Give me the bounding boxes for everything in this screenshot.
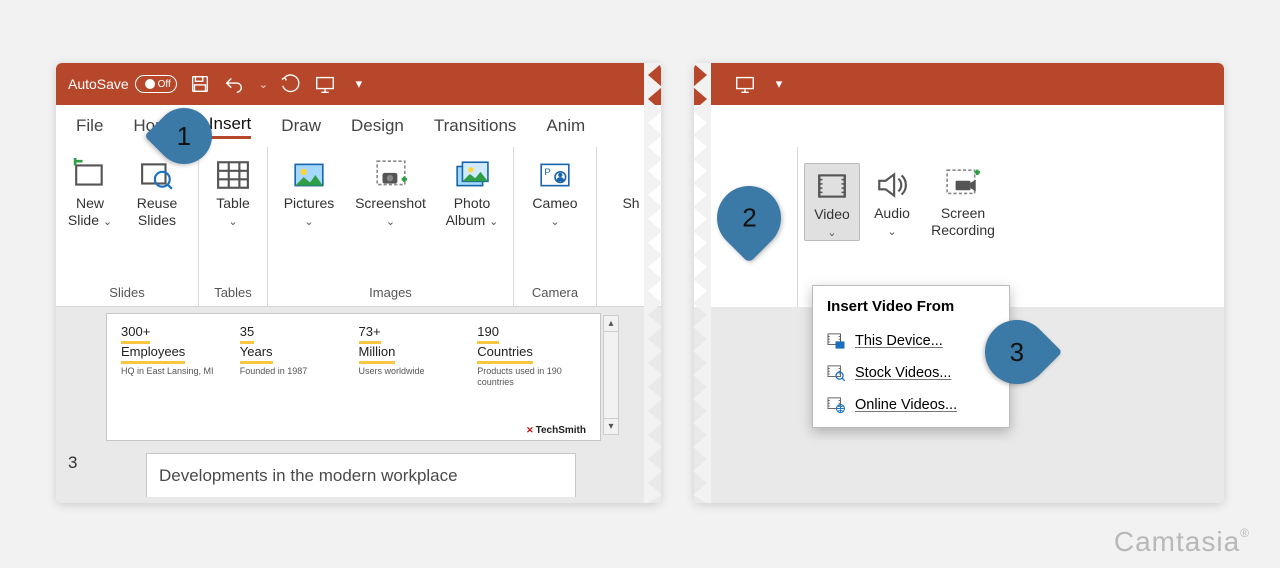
ribbon-tabs: File Home Insert Draw Design Transitions…	[56, 105, 661, 147]
camtasia-watermark: Camtasia®	[1114, 526, 1250, 558]
tab-animations[interactable]: Anim	[546, 116, 585, 136]
scroll-down-icon[interactable]: ▾	[604, 418, 618, 434]
group-images: Pictures⌄ Screenshot⌄ Photo Album ⌄ Imag…	[268, 147, 514, 306]
pictures-icon	[291, 157, 327, 193]
present-icon[interactable]	[314, 73, 336, 95]
menu-stock-videos[interactable]: Stock Videos...	[813, 357, 1009, 389]
video-insert-dropdown: Insert Video From This Device... Stock V…	[812, 285, 1010, 428]
autosave-toggle[interactable]: AutoSave Off	[68, 75, 177, 93]
svg-text:P: P	[544, 167, 550, 178]
tab-transitions[interactable]: Transitions	[434, 116, 517, 136]
group-label-slides: Slides	[109, 281, 144, 302]
title-bar-right: ▾	[694, 63, 1224, 105]
scroll-up-icon[interactable]: ▴	[604, 316, 618, 332]
table-button[interactable]: Table⌄	[205, 153, 261, 229]
film-search-icon	[827, 365, 845, 381]
menu-this-device[interactable]: This Device...	[813, 325, 1009, 357]
shapes-button[interactable]: Sh	[603, 153, 659, 212]
group-slides: New Slide ⌄ Reuse Slides Slides	[56, 147, 199, 306]
tab-draw[interactable]: Draw	[281, 116, 321, 136]
tab-design[interactable]: Design	[351, 116, 404, 136]
present-icon[interactable]	[734, 73, 756, 95]
group-label-images: Images	[369, 281, 412, 302]
tab-file[interactable]: File	[76, 116, 103, 136]
screen-recording-button[interactable]: Screen Recording	[924, 163, 1002, 239]
customize-qat-icon[interactable]: ▾	[768, 73, 790, 95]
video-button[interactable]: Video⌄	[804, 163, 860, 241]
screen-recording-icon	[945, 167, 981, 203]
next-slide-title[interactable]: Developments in the modern workplace	[146, 453, 576, 497]
undo-icon[interactable]	[223, 73, 245, 95]
group-label-camera: Camera	[532, 281, 578, 302]
photo-album-icon	[454, 157, 490, 193]
tab-insert[interactable]: Insert	[209, 114, 252, 139]
film-globe-icon	[827, 397, 845, 413]
right-screenshot-fragment: ▾ Video⌄ Audio⌄	[694, 63, 1224, 503]
stat-employees: 300+ Employees HQ in East Lansing, MI	[121, 324, 230, 389]
customize-qat-icon[interactable]: ▾	[348, 73, 370, 95]
group-shapes-cut: Sh	[597, 147, 665, 306]
new-slide-icon	[72, 157, 108, 193]
group-tables: Table⌄ Tables	[199, 147, 268, 306]
slide-thumbnail[interactable]: 300+ Employees HQ in East Lansing, MI 35…	[106, 313, 601, 441]
group-label-tables: Tables	[214, 281, 252, 302]
film-device-icon	[827, 333, 845, 349]
brand-logo: TechSmith	[121, 425, 586, 436]
cameo-button[interactable]: P Cameo⌄	[520, 153, 590, 229]
thumbnail-scrollbar[interactable]: ▴ ▾	[603, 315, 619, 435]
ribbon-insert: New Slide ⌄ Reuse Slides Slides Table⌄	[56, 147, 661, 307]
reuse-slides-icon	[139, 157, 175, 193]
photo-album-button[interactable]: Photo Album ⌄	[437, 153, 507, 229]
save-icon[interactable]	[189, 73, 211, 95]
stat-countries: 190 Countries Products used in 190 count…	[477, 324, 586, 389]
table-icon	[215, 157, 251, 193]
screenshot-icon	[373, 157, 409, 193]
stat-users: 73+ Million Users worldwide	[359, 324, 468, 389]
menu-online-videos[interactable]: Online Videos...	[813, 389, 1009, 421]
title-bar: AutoSave Off ⌄ ▾	[56, 63, 661, 105]
screenshot-button[interactable]: Screenshot⌄	[348, 153, 433, 229]
audio-icon	[874, 167, 910, 203]
new-slide-button[interactable]: New Slide ⌄	[62, 153, 118, 229]
audio-button[interactable]: Audio⌄	[864, 163, 920, 239]
dropdown-header: Insert Video From	[813, 294, 1009, 325]
chevron-down-icon[interactable]: ⌄	[257, 78, 268, 91]
left-screenshot-fragment: AutoSave Off ⌄ ▾ File Home Insert Draw D…	[56, 63, 661, 503]
slide-number: 3	[56, 307, 96, 503]
redo-icon[interactable]	[280, 73, 302, 95]
pictures-button[interactable]: Pictures⌄	[274, 153, 344, 229]
stat-years: 35 Years Founded in 1987	[240, 324, 349, 389]
group-camera: P Cameo⌄ Camera	[514, 147, 597, 306]
slide-panel: 3 300+ Employees HQ in East Lansing, MI …	[56, 307, 661, 503]
cameo-icon: P	[537, 157, 573, 193]
video-icon	[814, 168, 850, 204]
